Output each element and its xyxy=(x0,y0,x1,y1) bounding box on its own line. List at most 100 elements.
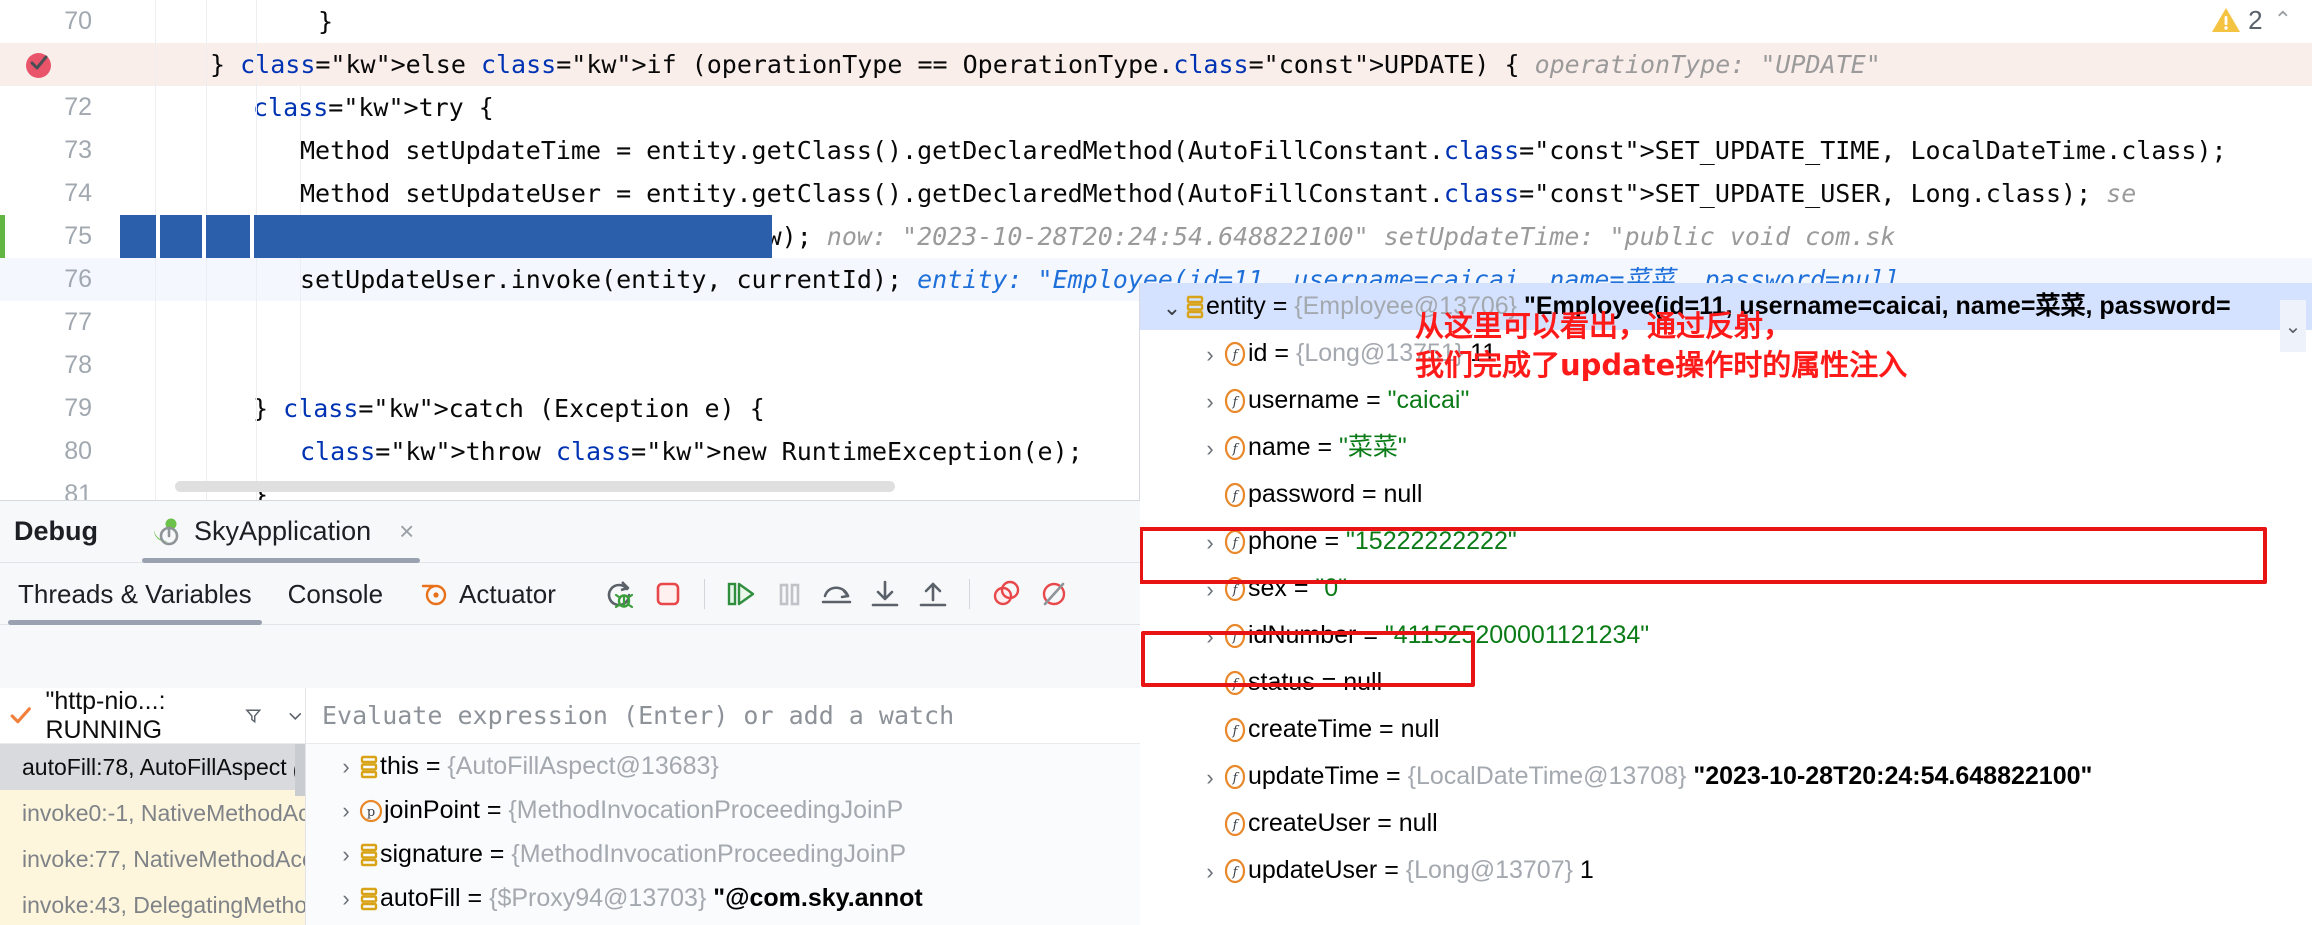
code-text: class="kw">try { xyxy=(253,93,494,122)
variable-row[interactable]: › f updateTime = {LocalDateTime@13708} "20… xyxy=(1140,753,2312,800)
field-icon: f xyxy=(1224,765,1246,790)
variable-type: {MethodInvocationProceedingJoinP xyxy=(508,796,904,824)
svg-text:f: f xyxy=(1232,818,1240,833)
expand-chevron-icon[interactable]: › xyxy=(334,833,358,877)
warning-triangle-icon xyxy=(2212,7,2241,32)
step-out-button[interactable] xyxy=(909,570,957,618)
evaluate-expression-input[interactable]: Evaluate expression (Enter) or add a wat… xyxy=(306,688,1140,744)
expand-chevron-icon[interactable]: › xyxy=(334,745,358,789)
code-line[interactable]: 72 class="kw">try { xyxy=(0,86,2312,129)
spring-boot-run-icon xyxy=(153,518,179,545)
tab-actuator[interactable]: Actuator xyxy=(401,563,574,625)
breakpoint-icon[interactable] xyxy=(26,53,51,78)
code-line[interactable]: } class="kw">else class="kw">if (operati… xyxy=(0,43,2312,86)
svg-text:f: f xyxy=(1232,724,1240,739)
stack-frame-row[interactable]: invoke0:-1, NativeMethodAccesso xyxy=(0,790,305,836)
variable-type: {$Proxy94@13703} xyxy=(489,884,707,912)
svg-text:f: f xyxy=(1232,395,1240,410)
pause-program-icon xyxy=(779,583,800,605)
variable-row[interactable]: › f updateUser = {Long@13707} 1 xyxy=(1140,847,2312,894)
variable-name: autoFill xyxy=(380,884,461,912)
resume-button[interactable] xyxy=(717,570,765,618)
chevron-up-icon[interactable]: ⌃ xyxy=(2274,7,2292,33)
frames-panel[interactable]: "http-nio...: RUNNING autoFill:78, AutoF… xyxy=(0,686,306,925)
variable-row[interactable]: f status = null xyxy=(1140,659,2312,706)
variable-value: 1 xyxy=(1579,856,1594,884)
frames-scrollbar[interactable] xyxy=(295,744,305,796)
annotation-line-1: 从这里可以看出，通过反射， xyxy=(1415,309,1793,343)
mute-breakpoints-icon xyxy=(1042,582,1066,605)
tab-label: Threads & Variables xyxy=(18,578,252,609)
selection-block xyxy=(206,215,250,258)
variable-name: entity xyxy=(1206,292,1266,320)
debug-toolbar[interactable]: Threads & Variables Console Actuator xyxy=(0,563,1140,625)
collapse-chevron-icon[interactable]: ⌄ xyxy=(1160,284,1184,331)
variable-value: "@com.sky.annot xyxy=(713,884,923,912)
debug-session-tab[interactable]: SkyApplication × xyxy=(142,501,421,563)
mute-breakpoints-button[interactable] xyxy=(1030,570,1078,618)
expand-chevron-icon[interactable]: › xyxy=(1198,848,1222,895)
variable-row[interactable]: f createUser = null xyxy=(1140,800,2312,847)
line-number: 76 xyxy=(64,265,92,293)
expand-chevron-icon[interactable]: › xyxy=(1198,519,1222,566)
expand-chevron-icon[interactable]: › xyxy=(1198,754,1222,801)
variable-row[interactable]: f password = null xyxy=(1140,471,2312,518)
code-line[interactable]: 74 Method setUpdateUser = entity.getClass… xyxy=(0,172,2312,215)
entity-variables-popup[interactable]: ⌄ entity = {Employee@13706} "Employee(id=… xyxy=(1139,283,2312,925)
expand-chevron-icon[interactable]: › xyxy=(1198,378,1222,425)
variable-row[interactable]: › autoFill = {$Proxy94@13703} "@com.sky.a… xyxy=(306,876,1140,920)
expand-chevron-icon[interactable]: › xyxy=(1198,613,1222,660)
variable-value: null xyxy=(1398,809,1438,837)
thread-selector[interactable]: "http-nio...: RUNNING xyxy=(0,686,305,744)
selection-block xyxy=(160,215,202,258)
line-number: 73 xyxy=(64,136,92,164)
variable-row[interactable]: › f phone = "15222222222" xyxy=(1140,518,2312,565)
code-line[interactable]: 73 Method setUpdateTime = entity.getClass… xyxy=(0,129,2312,172)
expand-chevron-icon[interactable]: › xyxy=(334,789,358,833)
tab-console[interactable]: Console xyxy=(270,563,401,625)
variable-row[interactable]: › this = {AutoFillAspect@13683} xyxy=(306,744,1140,788)
stop-button[interactable] xyxy=(644,570,692,618)
variable-name: createTime xyxy=(1248,715,1373,743)
variable-row[interactable]: › p joinPoint = {MethodInvocationProceedin… xyxy=(306,788,1140,832)
stack-frame-row[interactable]: autoFill:78, AutoFillAspect (com.sk xyxy=(0,744,305,790)
svg-text:p: p xyxy=(367,805,375,820)
close-session-tab-button[interactable]: × xyxy=(399,516,414,547)
variable-row[interactable]: › signature = {MethodInvocationProceeding… xyxy=(306,832,1140,876)
frames-list[interactable]: autoFill:78, AutoFillAspect (com.skinvok… xyxy=(0,744,305,925)
variables-panel[interactable]: Evaluate expression (Enter) or add a wat… xyxy=(306,688,1140,925)
stack-frame-row[interactable]: invoke:77, NativeMethodAccessor xyxy=(0,836,305,882)
expand-chevron-icon[interactable]: › xyxy=(1198,566,1222,613)
variable-name: password xyxy=(1248,480,1355,508)
svg-text:f: f xyxy=(1232,771,1240,786)
pause-button[interactable] xyxy=(765,570,813,618)
step-into-button[interactable] xyxy=(861,570,909,618)
variable-row[interactable]: › f name = "菜菜" xyxy=(1140,424,2312,471)
code-line[interactable]: 70} xyxy=(0,0,2312,43)
expand-chevron-icon[interactable]: › xyxy=(1198,331,1222,378)
stack-frame-row[interactable]: invoke:43, DelegatingMethodAcce xyxy=(0,882,305,925)
expand-chevron-icon[interactable]: › xyxy=(1198,425,1222,472)
field-icon: f xyxy=(1224,812,1246,837)
step-out-icon xyxy=(919,582,947,606)
step-over-button[interactable] xyxy=(813,570,861,618)
expand-chevron-icon[interactable]: › xyxy=(334,877,358,921)
inspection-widget-chevron-icon[interactable]: ⌄ xyxy=(2280,300,2306,352)
editor-horizontal-scrollbar[interactable] xyxy=(175,481,895,492)
tab-threads-and-variables[interactable]: Threads & Variables xyxy=(0,563,270,625)
field-icon: f xyxy=(1224,624,1246,649)
rerun-debug-button[interactable] xyxy=(596,570,644,618)
variable-row[interactable]: f createTime = null xyxy=(1140,706,2312,753)
variable-row[interactable]: › f sex = "0" xyxy=(1140,565,2312,612)
variables-list[interactable]: › this = {AutoFillAspect@13683} › p joinPoin… xyxy=(306,744,1140,925)
object-node-icon xyxy=(360,888,378,911)
variable-type: {AutoFillAspect@13683} xyxy=(447,752,719,780)
view-breakpoints-button[interactable] xyxy=(982,570,1030,618)
variable-row[interactable]: › f idNumber = "411525200001121234" xyxy=(1140,612,2312,659)
step-over-icon xyxy=(821,586,852,603)
warning-count: 2 xyxy=(2248,4,2263,35)
variable-value: "15222222222" xyxy=(1346,527,1517,555)
thread-label: "http-nio...: RUNNING xyxy=(45,686,166,744)
inspection-warning-badge[interactable]: 2 ⌃ xyxy=(2205,2,2298,38)
debug-tool-window[interactable]: Debug SkyApplication × Threads & Variabl… xyxy=(0,500,1140,925)
